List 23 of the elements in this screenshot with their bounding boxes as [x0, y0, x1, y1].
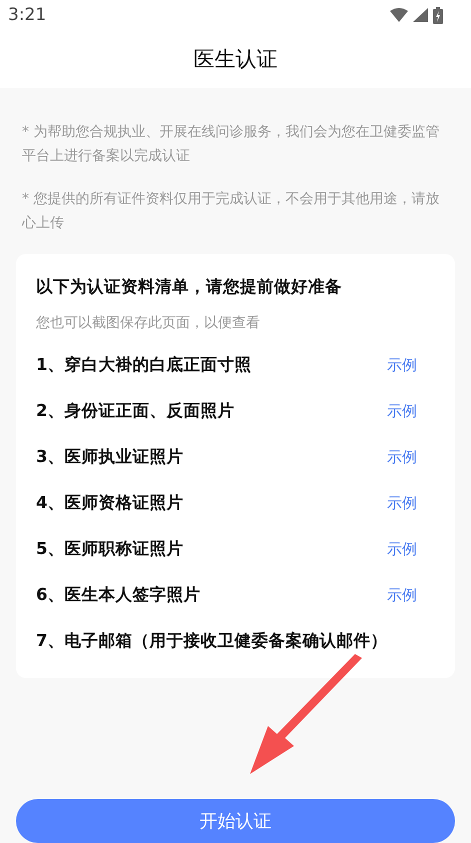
example-link[interactable]: 示例 [387, 448, 417, 466]
checklist-item: 6、医生本人签字照片 [36, 584, 200, 606]
example-link[interactable]: 示例 [387, 402, 417, 420]
notice-text: * 为帮助您合规执业、开展在线问诊服务，我们会为您在卫健委监管平台上进行备案以完成认证 [21, 123, 440, 166]
checklist-item: 2、身份证正面、反面照片 [36, 400, 234, 422]
start-button[interactable]: 开始认证 [16, 799, 455, 843]
signal-icon [413, 8, 428, 22]
example-link[interactable]: 示例 [387, 586, 417, 604]
battery-icon [433, 6, 443, 24]
checklist-item: 3、医师执业证照片 [36, 446, 184, 468]
checklist-item: 4、医师资格证照片 [36, 492, 184, 514]
checklist-item: 1、穿白大褂的白底正面寸照 [36, 354, 252, 376]
example-link[interactable]: 示例 [387, 494, 417, 512]
page-title: 医生认证 [194, 46, 278, 73]
example-link[interactable]: 示例 [387, 356, 417, 374]
checklist-item: 7、电子邮箱（用于接收卫健委备案确认邮件） [36, 630, 388, 652]
checklist-title: 以下为认证资料清单，请您提前做好准备 [36, 276, 343, 298]
status-time: 3:21 [8, 5, 46, 25]
wifi-icon [390, 8, 408, 22]
notice-text: * 您提供的所有证件资料仅用于完成认证，不会用于其他用途，请放心上传 [20, 190, 440, 233]
checklist-subtitle: 您也可以截图保存此页面，以便查看 [36, 314, 261, 333]
checklist-item: 5、医师职称证照片 [36, 538, 184, 560]
example-link[interactable]: 示例 [387, 540, 417, 558]
